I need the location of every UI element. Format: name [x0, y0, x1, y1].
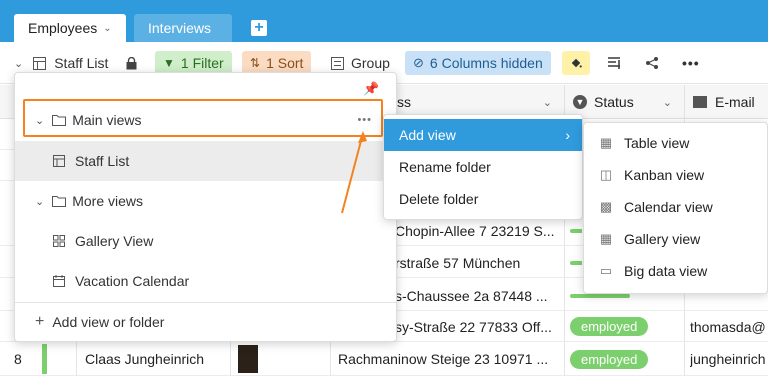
menu-item-add-view[interactable]: Add view › [384, 119, 582, 151]
tab-bar: Employees ⌄ Interviews + [0, 0, 768, 42]
view-item-vacation-calendar[interactable]: Vacation Calendar [15, 261, 396, 301]
grid-line [230, 342, 231, 376]
tab-label: Employees [28, 20, 98, 36]
column-label: E-mail [715, 94, 755, 110]
view-label: Gallery View [75, 233, 154, 249]
status-badge: employed [570, 317, 649, 336]
add-label: Add view or folder [52, 314, 165, 330]
folder-icon [52, 196, 67, 207]
submenu-item-table-view[interactable]: ▦ Table view [584, 127, 767, 159]
tab-label: Interviews [148, 20, 212, 36]
status-badge: employed [570, 349, 649, 369]
submenu-label: Calendar view [624, 199, 713, 215]
group-icon [331, 56, 344, 70]
menu-label: Rename folder [399, 159, 491, 175]
hidden-columns-label: 6 Columns hidden [429, 55, 543, 71]
submenu-item-calendar-view[interactable]: ▩ Calendar view [584, 191, 767, 223]
add-table-icon[interactable]: + [251, 20, 267, 36]
address-cell[interactable]: s-Chaussee 2a 87448 ... [395, 280, 560, 311]
submenu-label: Kanban view [624, 167, 705, 183]
status-icon: ▼ [573, 95, 587, 109]
folder-label: More views [72, 193, 144, 209]
row-height-icon[interactable] [607, 51, 621, 75]
paint-bucket-icon[interactable] [562, 51, 590, 75]
view-item-gallery[interactable]: Gallery View [15, 221, 396, 261]
grid-line [330, 342, 331, 376]
submenu-label: Big data view [624, 263, 708, 279]
submenu-item-kanban-view[interactable]: ◫ Kanban view [584, 159, 767, 191]
name-cell[interactable]: Claas Jungheinrich [85, 342, 230, 376]
submenu-label: Table view [624, 135, 690, 151]
add-view-submenu: ▦ Table view ◫ Kanban view ▩ Calendar vi… [583, 122, 768, 294]
table-row[interactable]: 8 Claas Jungheinrich Rachmaninow Steige … [0, 342, 768, 376]
chevron-down-icon: ⌄ [14, 57, 24, 70]
email-cell[interactable]: thomasda@ [690, 311, 768, 342]
gallery-icon: ▦ [599, 231, 613, 246]
sort-label: 1 Sort [266, 55, 304, 71]
table-icon [33, 56, 47, 70]
plus-icon: + [35, 313, 45, 330]
group-label: Group [351, 55, 390, 71]
chevron-down-icon[interactable]: ⌄ [663, 96, 672, 109]
tab-interviews[interactable]: Interviews [134, 14, 232, 42]
chevron-down-icon[interactable]: ⌄ [543, 96, 552, 109]
sort-icon: ⇅ [250, 56, 261, 70]
view-label: Vacation Calendar [75, 273, 190, 289]
avatar[interactable] [238, 345, 258, 373]
column-label: ss [397, 94, 411, 110]
chevron-down-icon[interactable]: ⌄ [103, 23, 111, 34]
chevron-down-icon[interactable]: ⌄ [35, 195, 44, 208]
kanban-icon: ◫ [599, 167, 613, 182]
share-icon[interactable] [645, 51, 659, 75]
view-label: Staff List [75, 153, 130, 169]
email-cell[interactable]: jungheinrich [690, 342, 768, 376]
submenu-label: Gallery view [624, 231, 701, 247]
status-cell[interactable]: employed [570, 311, 680, 342]
status-cell[interactable]: employed [570, 342, 680, 376]
menu-item-delete-folder[interactable]: Delete folder [384, 183, 582, 215]
table-icon: ▦ [599, 135, 613, 150]
row-color-indicator [42, 344, 47, 374]
hidden-columns-button[interactable]: ⊘ 6 Columns hidden [405, 51, 551, 75]
submenu-item-gallery-view[interactable]: ▦ Gallery view [584, 223, 767, 255]
tab-employees[interactable]: Employees ⌄ [14, 14, 126, 42]
view-name: Staff List [54, 55, 109, 71]
menu-label: Add view [399, 127, 456, 143]
eye-slash-icon: ⊘ [413, 55, 424, 70]
add-view-or-folder-button[interactable]: + Add view or folder [15, 302, 396, 342]
address-cell[interactable]: rstraße 57 München [395, 247, 560, 278]
more-icon[interactable]: ••• [682, 51, 700, 75]
big-data-icon: ▭ [599, 263, 613, 278]
pin-icon[interactable]: 📌 [363, 81, 379, 97]
filter-label: 1 Filter [180, 55, 224, 71]
highlight-box [23, 99, 383, 137]
menu-item-rename-folder[interactable]: Rename folder [384, 151, 582, 183]
folder-context-menu: Add view › Rename folder Delete folder [383, 114, 583, 220]
calendar-icon [53, 275, 65, 287]
grid-line [76, 342, 77, 376]
email-icon [693, 96, 707, 108]
column-header-status[interactable]: ▼ Status ⌄ [564, 85, 684, 119]
column-header-email[interactable]: E-mail [684, 85, 768, 119]
annotation-arrow [341, 131, 367, 214]
address-cell[interactable]: sy-Straße 22 77833 Off... [395, 311, 560, 342]
address-cell[interactable]: Rachmaninow Steige 23 10971 ... [338, 342, 560, 376]
row-number: 8 [14, 351, 22, 367]
gallery-icon [53, 235, 65, 247]
calendar-icon: ▩ [599, 199, 613, 214]
filter-icon: ▼ [163, 56, 175, 70]
submenu-item-big-data-view[interactable]: ▭ Big data view [584, 255, 767, 287]
chevron-right-icon: › [565, 127, 570, 143]
table-icon [53, 155, 65, 167]
menu-label: Delete folder [399, 191, 479, 207]
column-label: Status [594, 94, 634, 110]
status-cell[interactable] [570, 247, 582, 278]
